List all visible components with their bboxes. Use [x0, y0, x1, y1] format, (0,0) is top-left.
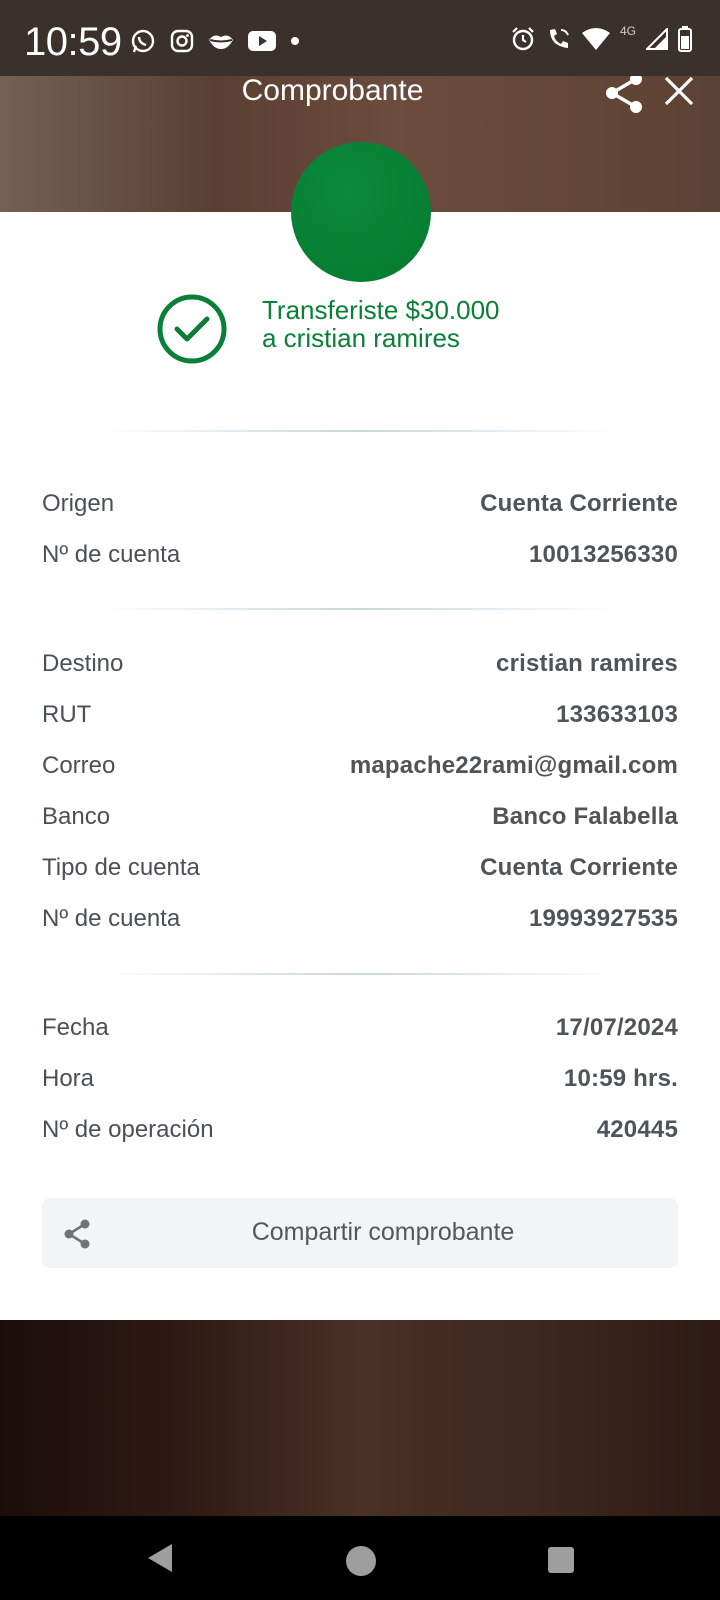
youtube-icon — [248, 31, 276, 51]
background-bottom — [0, 1320, 720, 1516]
row-label: Nº de cuenta — [42, 905, 181, 932]
status-time: 10:59 — [24, 20, 122, 64]
row-label: Hora — [42, 1065, 95, 1092]
success-recipient-line: a cristian ramires — [262, 323, 460, 353]
row-value: mapache22rami@gmail.com — [349, 752, 678, 779]
row-label: Nº de operación — [42, 1116, 214, 1143]
whatsapp-icon — [131, 29, 155, 53]
row-tipo-cuenta: Tipo de cuenta Cuenta Corriente — [42, 852, 678, 884]
notification-icons — [130, 28, 300, 54]
row-fecha: Fecha 17/07/2024 — [42, 1012, 678, 1044]
row-value: 10013256330 — [528, 541, 678, 568]
page-title: Comprobante — [241, 74, 424, 107]
row-banco: Banco Banco Falabella — [42, 801, 678, 833]
divider — [100, 973, 620, 975]
close-icon[interactable] — [664, 76, 694, 106]
divider — [100, 608, 620, 610]
signal-icon — [646, 28, 668, 50]
success-message: Transferiste $30.000 a cristian ramires — [262, 296, 500, 352]
share-icon[interactable] — [604, 72, 644, 114]
row-origen: Origen Cuenta Corriente — [42, 488, 678, 520]
share-receipt-button[interactable]: Compartir comprobante — [42, 1198, 678, 1268]
row-label: Fecha — [42, 1014, 109, 1041]
system-nav-bar — [0, 1516, 720, 1600]
row-label: Origen — [42, 490, 115, 517]
row-value: Banco Falabella — [492, 803, 678, 830]
divider — [100, 430, 620, 432]
network-type: 4G — [619, 24, 636, 38]
row-label: Banco — [42, 803, 111, 830]
row-destino: Destino cristian ramires — [42, 648, 678, 680]
check-circle-icon — [157, 294, 227, 364]
row-value: 420445 — [596, 1116, 678, 1143]
row-label: RUT — [42, 701, 92, 728]
status-bar: 10:59 4G — [0, 0, 720, 76]
row-rut: RUT 133633103 — [42, 699, 678, 731]
share-receipt-label: Compartir comprobante — [251, 1218, 515, 1246]
home-icon[interactable] — [346, 1546, 376, 1576]
status-circle — [291, 142, 431, 282]
row-label: Nº de cuenta — [42, 541, 181, 568]
success-amount-line: Transferiste $30.000 — [262, 295, 500, 325]
row-correo: Correo mapache22rami@gmail.com — [42, 750, 678, 782]
back-icon[interactable] — [146, 1542, 174, 1574]
dot-icon — [291, 37, 299, 45]
row-value: Cuenta Corriente — [480, 854, 678, 881]
row-value: Cuenta Corriente — [480, 490, 678, 517]
row-origin-account: Nº de cuenta 10013256330 — [42, 539, 678, 571]
row-value: cristian ramires — [496, 650, 678, 677]
row-hora: Hora 10:59 hrs. — [42, 1063, 678, 1095]
row-label: Destino — [42, 650, 124, 677]
row-value: 133633103 — [556, 701, 678, 728]
row-value: 17/07/2024 — [555, 1014, 678, 1041]
lips-icon — [209, 35, 233, 49]
wifi-call-icon — [549, 29, 569, 48]
system-icons: 4G — [510, 24, 692, 52]
row-label: Correo — [42, 752, 116, 779]
row-label: Tipo de cuenta — [42, 854, 200, 881]
wifi-icon — [581, 28, 610, 50]
battery-icon — [678, 26, 692, 52]
recents-icon[interactable] — [548, 1547, 574, 1573]
row-value: 19993927535 — [528, 905, 678, 932]
alarm-icon — [512, 27, 534, 51]
row-destination-account: Nº de cuenta 19993927535 — [42, 903, 678, 935]
row-operacion: Nº de operación 420445 — [42, 1114, 678, 1146]
row-value: 10:59 hrs. — [563, 1065, 678, 1092]
instagram-icon — [170, 29, 194, 53]
